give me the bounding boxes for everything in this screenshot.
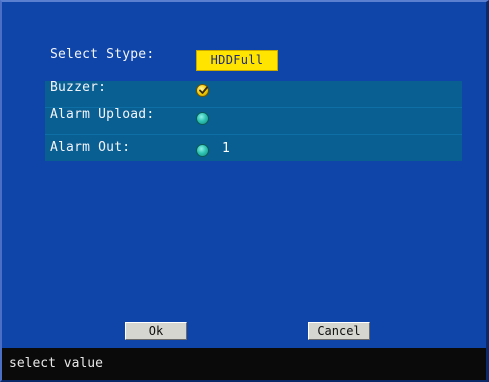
alarm-out-checkbox[interactable] [196,144,209,157]
row-divider [45,134,462,135]
alarm-upload-label: Alarm Upload: [50,107,155,122]
select-type-field[interactable]: HDDFull [196,50,278,71]
checkmark-icon [199,86,208,94]
status-bar: select value [2,348,486,380]
select-type-label: Select Stype: [50,47,155,62]
alarm-settings-dialog: Select Stype: HDDFull Buzzer: Alarm Uplo… [0,0,489,382]
status-text: select value [9,356,103,371]
cancel-button[interactable]: Cancel [308,322,370,340]
alarm-out-label: Alarm Out: [50,140,131,155]
alarm-upload-checkbox[interactable] [196,112,209,125]
buzzer-label: Buzzer: [50,80,107,95]
alarm-out-channel: 1 [222,141,230,156]
buzzer-checkbox[interactable] [196,84,209,97]
ok-button[interactable]: Ok [125,322,187,340]
